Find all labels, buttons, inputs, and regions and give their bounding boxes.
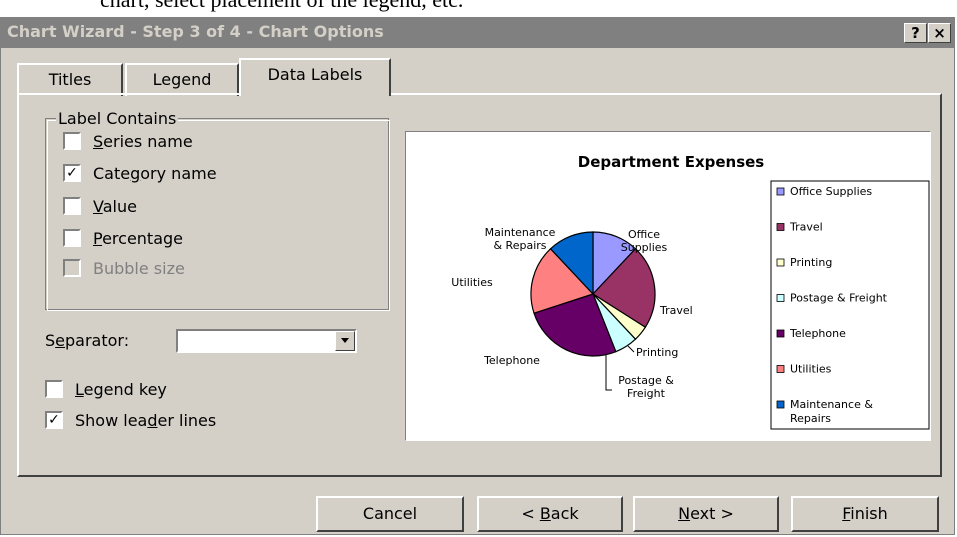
legend-entry: Postage & Freight bbox=[790, 292, 888, 305]
legend-entry: Utilities bbox=[790, 363, 832, 376]
legend-swatch bbox=[776, 294, 785, 302]
chart-preview: Department Expenses Office Supplies Travel… bbox=[405, 131, 931, 441]
legend-swatch bbox=[776, 258, 785, 267]
window-title: Chart Wizard - Step 3 of 4 - Chart Optio… bbox=[7, 22, 384, 41]
next-button[interactable]: Next > bbox=[633, 496, 779, 532]
label-contains-group-label: Label Contains bbox=[56, 109, 179, 128]
value-checkbox[interactable] bbox=[63, 197, 81, 215]
legend-key-checkbox[interactable] bbox=[45, 380, 63, 398]
chart-wizard-dialog: Chart Wizard - Step 3 of 4 - Chart Optio… bbox=[0, 17, 955, 535]
chart-title: Department Expenses bbox=[578, 153, 765, 171]
legend-swatch bbox=[776, 400, 785, 409]
back-button[interactable]: < Back bbox=[477, 496, 623, 532]
document-text-fragment: chart, select placement of the legend, e… bbox=[100, 0, 463, 13]
legend-swatch bbox=[776, 329, 785, 338]
tab-data-labels[interactable]: Data Labels bbox=[239, 58, 391, 96]
data-label-utilities: Utilities bbox=[451, 276, 493, 289]
chart-legend bbox=[770, 180, 930, 430]
close-button[interactable]: × bbox=[928, 23, 951, 43]
help-button[interactable]: ? bbox=[904, 23, 927, 43]
percentage-label: Percentage bbox=[93, 229, 184, 248]
finish-button[interactable]: Finish bbox=[791, 496, 939, 532]
data-label-office-supplies: Office Supplies bbox=[621, 228, 668, 254]
data-label-maintenance-repairs: Maintenance & Repairs bbox=[485, 226, 556, 252]
legend-swatch bbox=[776, 365, 785, 373]
category-name-label: Category name bbox=[93, 164, 217, 183]
tab-legend[interactable]: Legend bbox=[125, 63, 239, 96]
leader-line bbox=[627, 345, 635, 353]
data-label-printing: Printing bbox=[636, 346, 678, 359]
pie-chart: Department Expenses Office Supplies Travel… bbox=[451, 153, 930, 430]
bubble-size-label: Bubble size bbox=[93, 259, 185, 278]
leader-lines-checkbox[interactable]: ✓ bbox=[45, 411, 63, 429]
legend-entry: Office Supplies bbox=[790, 185, 872, 198]
data-label-telephone: Telephone bbox=[483, 354, 540, 367]
legend-key-label: Legend key bbox=[75, 380, 167, 399]
value-label: Value bbox=[93, 197, 137, 216]
category-name-checkbox[interactable]: ✓ bbox=[63, 164, 81, 182]
legend-swatch bbox=[776, 187, 785, 196]
data-label-travel: Travel bbox=[659, 304, 693, 317]
leader-line bbox=[605, 355, 612, 391]
series-name-label: Series name bbox=[93, 132, 193, 151]
leader-lines-label: Show leader lines bbox=[75, 411, 217, 430]
series-name-checkbox[interactable] bbox=[63, 132, 81, 150]
legend-swatch bbox=[776, 223, 785, 231]
legend-entry: Telephone bbox=[789, 327, 846, 340]
data-label-postage-freight: Postage & Freight bbox=[618, 374, 674, 400]
percentage-checkbox[interactable] bbox=[63, 229, 81, 247]
legend-entry: Printing bbox=[790, 256, 832, 269]
legend-entry: Travel bbox=[789, 221, 823, 234]
tab-titles[interactable]: Titles bbox=[17, 63, 123, 96]
bubble-size-checkbox bbox=[63, 259, 81, 277]
cancel-button[interactable]: Cancel bbox=[316, 496, 464, 532]
title-bar[interactable]: Chart Wizard - Step 3 of 4 - Chart Optio… bbox=[1, 18, 954, 48]
